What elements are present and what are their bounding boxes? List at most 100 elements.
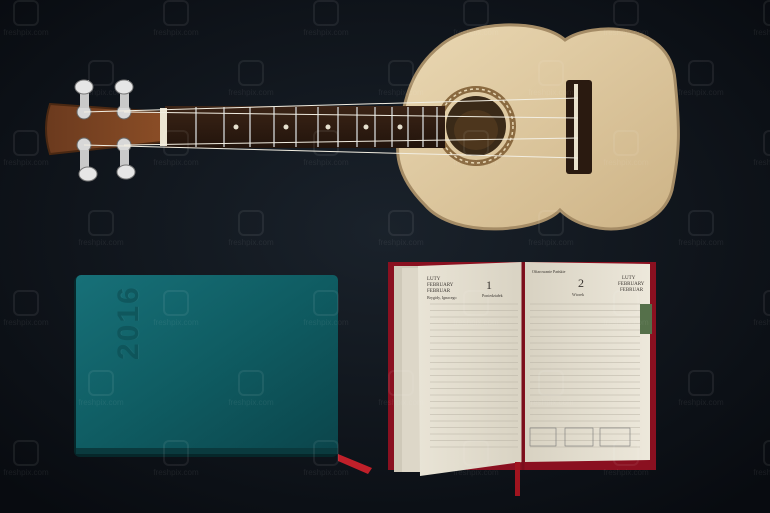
watermark-logo-icon [313, 290, 339, 316]
watermark: freshpix.com [596, 0, 656, 37]
watermark-logo-icon [238, 370, 264, 396]
watermark-logo-icon [163, 290, 189, 316]
watermark: freshpix.com [71, 370, 131, 407]
watermark: freshpix.com [446, 440, 506, 477]
watermark-text: freshpix.com [78, 238, 124, 247]
watermark-logo-icon [613, 440, 639, 466]
watermark-logo-icon [763, 130, 770, 156]
watermark-logo-icon [763, 440, 770, 466]
watermark-text: freshpix.com [378, 238, 424, 247]
watermark-text: freshpix.com [603, 28, 649, 37]
watermark: freshpix.com [0, 130, 56, 167]
watermark: freshpix.com [371, 210, 431, 247]
watermark: freshpix.com [71, 210, 131, 247]
fret-marker [397, 124, 403, 130]
left-month-1: LUTY [427, 277, 441, 282]
watermark: freshpix.com [146, 130, 206, 167]
watermark-logo-icon [388, 210, 414, 236]
fret-marker [283, 124, 289, 130]
right-day-name: Wtorek [572, 292, 584, 297]
watermark-text: freshpix.com [678, 398, 724, 407]
watermark: freshpix.com [671, 210, 731, 247]
watermark-logo-icon [313, 440, 339, 466]
watermark-text: freshpix.com [453, 28, 499, 37]
watermark-logo-icon [238, 210, 264, 236]
watermark: freshpix.com [446, 0, 506, 37]
watermark-text: freshpix.com [453, 318, 499, 327]
watermark: freshpix.com [596, 130, 656, 167]
watermark: freshpix.com [746, 0, 770, 37]
watermark-logo-icon [463, 290, 489, 316]
watermark-logo-icon [388, 60, 414, 86]
watermark-text: freshpix.com [228, 398, 274, 407]
watermark-logo-icon [463, 0, 489, 26]
watermark-logo-icon [313, 130, 339, 156]
watermark-text: freshpix.com [453, 468, 499, 477]
watermark-text: freshpix.com [153, 28, 199, 37]
watermark-logo-icon [163, 130, 189, 156]
watermark-text: freshpix.com [528, 238, 574, 247]
watermark-logo-icon [538, 370, 564, 396]
watermark-text: freshpix.com [228, 88, 274, 97]
watermark-text: freshpix.com [453, 158, 499, 167]
watermark: freshpix.com [71, 60, 131, 97]
watermark-text: freshpix.com [153, 468, 199, 477]
watermark: freshpix.com [296, 130, 356, 167]
watermark-text: freshpix.com [378, 398, 424, 407]
watermark: freshpix.com [521, 60, 581, 97]
watermark-logo-icon [238, 60, 264, 86]
watermark-logo-icon [13, 290, 39, 316]
cover-year-emboss: 2016 [112, 285, 145, 360]
watermark: freshpix.com [221, 60, 281, 97]
watermark: freshpix.com [521, 370, 581, 407]
watermark-text: freshpix.com [528, 398, 574, 407]
diary-ribbon [515, 462, 520, 496]
watermark-logo-icon [88, 60, 114, 86]
watermark-text: freshpix.com [153, 318, 199, 327]
watermark-logo-icon [13, 0, 39, 26]
watermark-logo-icon [538, 60, 564, 86]
watermark-text: freshpix.com [303, 28, 349, 37]
watermark: freshpix.com [746, 440, 770, 477]
watermark-text: freshpix.com [78, 88, 124, 97]
watermark-text: freshpix.com [753, 28, 770, 37]
fret-marker [233, 124, 239, 130]
watermark-logo-icon [88, 370, 114, 396]
watermark-logo-icon [613, 0, 639, 26]
watermark-logo-icon [613, 130, 639, 156]
watermark-text: freshpix.com [603, 468, 649, 477]
watermark: freshpix.com [296, 0, 356, 37]
watermark-logo-icon [88, 210, 114, 236]
watermark-logo-icon [763, 290, 770, 316]
watermark-text: freshpix.com [303, 468, 349, 477]
right-month-2: FEBRUARY [618, 282, 645, 287]
watermark-text: freshpix.com [678, 238, 724, 247]
watermark-text: freshpix.com [603, 158, 649, 167]
watermark-logo-icon [613, 290, 639, 316]
right-month-1: LUTY [622, 276, 636, 281]
watermark-logo-icon [163, 440, 189, 466]
watermark-text: freshpix.com [603, 318, 649, 327]
fret-marker [325, 124, 331, 130]
watermark-logo-icon [163, 0, 189, 26]
watermark: freshpix.com [221, 370, 281, 407]
photo-scene: 2016 LUTY FEBRUARY FEBRUAR 1 Poniedziałe… [0, 0, 770, 513]
watermark-logo-icon [688, 210, 714, 236]
watermark-logo-icon [13, 130, 39, 156]
watermark-logo-icon [388, 370, 414, 396]
watermark: freshpix.com [296, 440, 356, 477]
watermark-text: freshpix.com [678, 88, 724, 97]
watermark: freshpix.com [596, 290, 656, 327]
watermark: freshpix.com [746, 290, 770, 327]
watermark: freshpix.com [221, 210, 281, 247]
watermark-logo-icon [688, 60, 714, 86]
watermark: freshpix.com [746, 130, 770, 167]
watermark-text: freshpix.com [528, 88, 574, 97]
watermark: freshpix.com [296, 290, 356, 327]
watermark: freshpix.com [671, 60, 731, 97]
left-month-2: FEBRUARY [427, 283, 454, 288]
watermark: freshpix.com [146, 0, 206, 37]
watermark-text: freshpix.com [228, 238, 274, 247]
watermark-text: freshpix.com [3, 318, 49, 327]
right-day-number: 2 [578, 276, 584, 290]
